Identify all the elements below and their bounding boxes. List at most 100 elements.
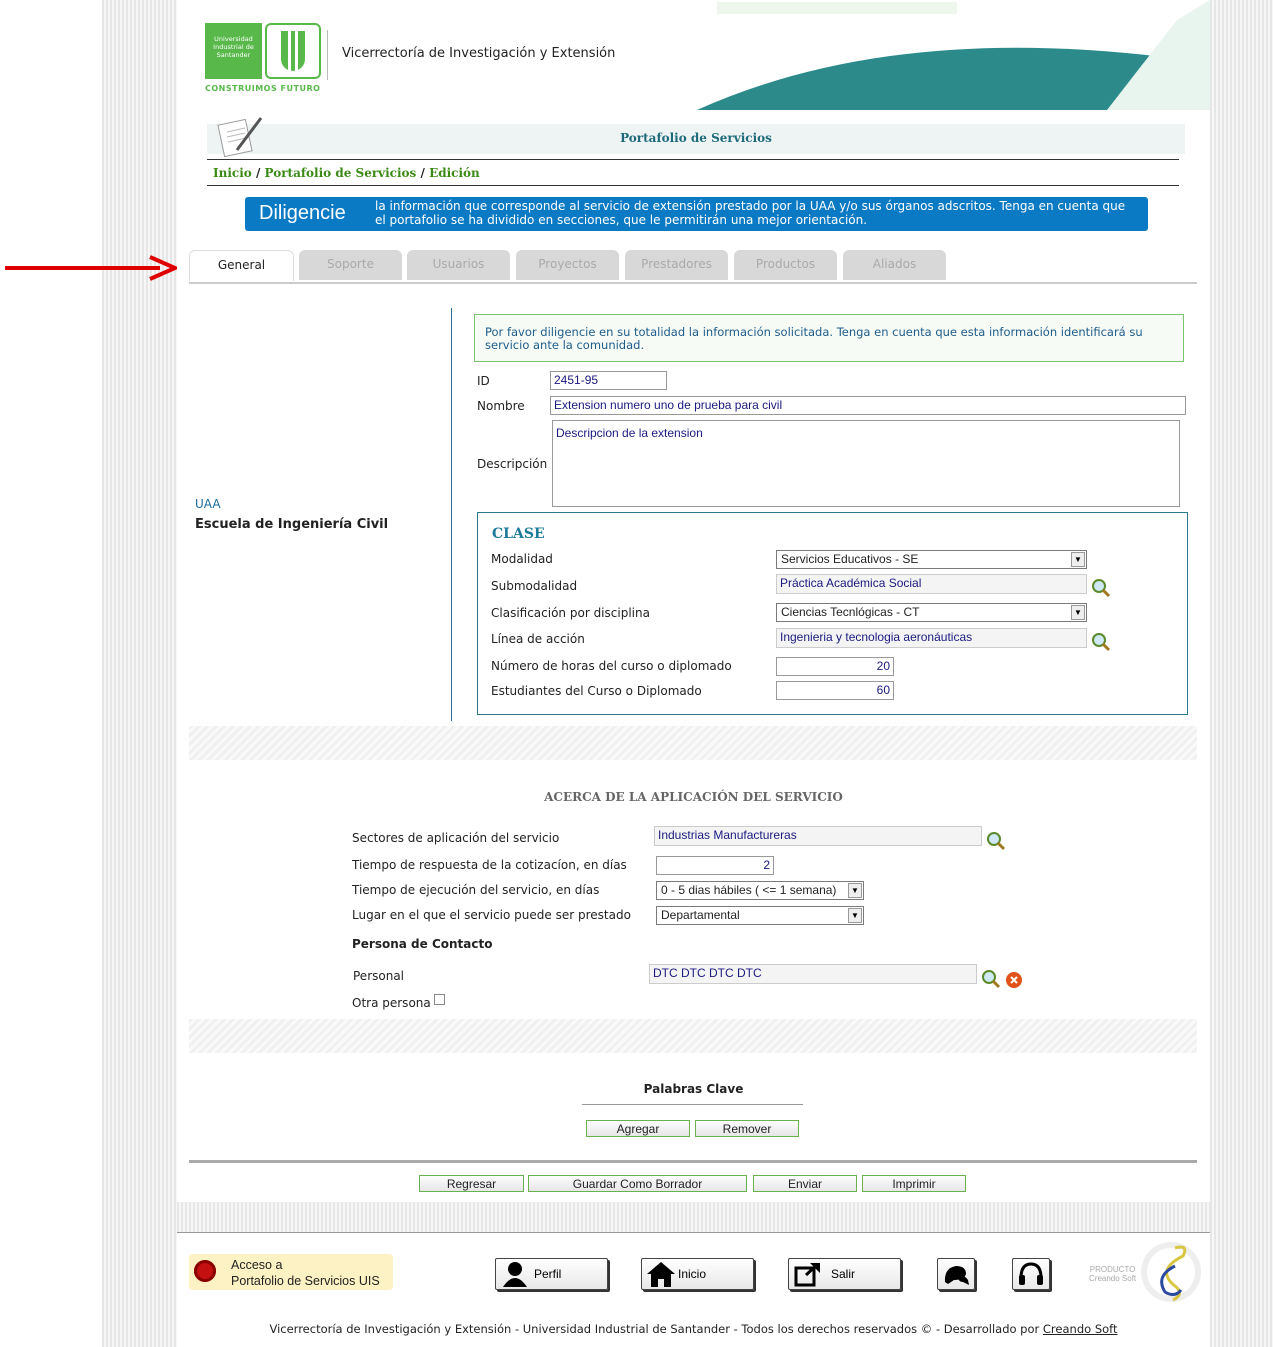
footer-rule	[177, 1232, 1210, 1233]
tagline: CONSTRUIMOS FUTURO	[205, 84, 321, 93]
sectores-field[interactable]: Industrias Manufactureras	[654, 826, 982, 846]
clase-title: CLASE	[492, 526, 545, 542]
salir-button[interactable]: Salir	[788, 1258, 901, 1290]
info-note: Por favor diligencie en su totalidad la …	[474, 314, 1184, 362]
home-icon	[647, 1262, 675, 1287]
horas-label: Número de horas del curso o diplomado	[491, 659, 732, 673]
producto-label: PRODUCTO Creando Soft	[1089, 1265, 1137, 1283]
regresar-button[interactable]: Regresar	[419, 1175, 524, 1192]
tiempo-ejecucion-label: Tiempo de ejecución del servicio, en día…	[352, 883, 600, 897]
descripcion-textarea[interactable]: Descripcion de la extension	[552, 420, 1180, 507]
modalidad-select[interactable]: Servicios Educativos - SE ▼	[776, 550, 1087, 569]
nombre-label: Nombre	[477, 399, 525, 413]
unit-label: UAA	[195, 497, 221, 511]
external-link-icon	[794, 1262, 820, 1287]
tab-soporte[interactable]: Soporte	[299, 250, 402, 280]
column-divider	[451, 308, 452, 721]
personal-field[interactable]: DTC DTC DTC DTC	[649, 964, 977, 984]
tab-aliados[interactable]: Aliados	[843, 250, 946, 280]
chat-bubbles-icon	[944, 1266, 969, 1285]
personal-label: Personal	[353, 969, 405, 983]
clase-section: CLASE Modalidad Servicios Educativos - S…	[477, 512, 1188, 715]
guardar-borrador-button[interactable]: Guardar Como Borrador	[528, 1175, 747, 1192]
remove-icon[interactable]	[1005, 971, 1023, 989]
perfil-button[interactable]: Perfil	[495, 1258, 608, 1290]
chat-button[interactable]	[937, 1258, 975, 1290]
breadcrumb-current: Edición	[429, 166, 480, 180]
acceso-portafolio-link[interactable]: Acceso a Portafolio de Servicios UIS	[189, 1254, 393, 1290]
remover-button[interactable]: Remover	[695, 1120, 799, 1137]
tab-productos[interactable]: Productos	[734, 250, 837, 280]
clasificacion-select[interactable]: Ciencias Tecnlógicas - CT ▼	[776, 603, 1087, 622]
breadcrumb: Inicio / Portafolio de Servicios / Edici…	[213, 166, 480, 180]
tab-general[interactable]: General	[189, 250, 294, 281]
creando-soft-link[interactable]: Creando Soft	[1043, 1322, 1118, 1336]
descripcion-label: Descripción	[477, 457, 548, 471]
contacto-title: Persona de Contacto	[352, 937, 493, 951]
chevron-down-icon: ▼	[848, 908, 862, 923]
instructions-banner: Diligencie la información que correspond…	[245, 197, 1148, 231]
tab-proyectos[interactable]: Proyectos	[516, 250, 619, 280]
palabras-title: Palabras Clave	[643, 1082, 744, 1096]
breadcrumb-bottom-rule	[207, 185, 1179, 186]
chevron-down-icon: ▼	[1071, 605, 1085, 620]
tab-prestadores[interactable]: Prestadores	[625, 250, 728, 280]
university-logo: Universidad Industrial de Santander	[205, 23, 262, 79]
submodalidad-label: Submodalidad	[491, 579, 578, 593]
tab-bar: General Soporte Usuarios Proyectos Prest…	[189, 250, 1197, 284]
tiempo-ejecucion-select[interactable]: 0 - 5 dias hábiles ( <= 1 semana) ▼	[656, 881, 864, 900]
page-side-stripe-right	[1210, 0, 1273, 1347]
headphones-icon	[1019, 1262, 1043, 1285]
horas-field[interactable]: 20	[776, 657, 894, 676]
copyright: Vicerrectoría de Investigación y Extensi…	[269, 1322, 1118, 1336]
breadcrumb-portafolio[interactable]: Portafolio de Servicios	[265, 166, 417, 180]
header: Universidad Industrial de Santander CONSTR…	[177, 0, 1210, 110]
org-name: Vicerrectoría de Investigación y Extensi…	[342, 46, 616, 61]
footer-band	[177, 1202, 1210, 1232]
breadcrumb-home[interactable]: Inicio	[213, 166, 252, 180]
tab-usuarios[interactable]: Usuarios	[407, 250, 510, 280]
document-pen-icon	[217, 117, 263, 157]
header-swoosh	[697, 0, 1210, 110]
search-lens-icon[interactable]	[980, 968, 1002, 990]
uis-logo-icon	[265, 23, 321, 79]
otra-persona-label: Otra persona	[352, 996, 431, 1010]
annotation-arrow	[5, 255, 180, 281]
search-lens-icon[interactable]	[1090, 577, 1112, 599]
tiempo-respuesta-label: Tiempo de respuesta de la cotizacíon, en…	[352, 858, 627, 872]
id-field[interactable]: 2451-95	[550, 371, 667, 390]
chevron-down-icon: ▼	[1071, 552, 1085, 567]
palabras-rule	[582, 1104, 803, 1105]
submodalidad-field[interactable]: Práctica Académica Social	[776, 574, 1087, 594]
page-side-stripe-left	[102, 0, 177, 1347]
inicio-button[interactable]: Inicio	[641, 1258, 754, 1290]
record-dot-icon	[194, 1260, 216, 1282]
agregar-button[interactable]: Agregar	[586, 1120, 690, 1137]
search-lens-icon[interactable]	[1090, 631, 1112, 653]
page-container: Universidad Industrial de Santander CONSTR…	[177, 0, 1210, 1347]
sectores-label: Sectores de aplicación del servicio	[352, 831, 560, 845]
user-icon	[503, 1262, 527, 1287]
linea-field[interactable]: Ingenieria y tecnologia aeronáuticas	[776, 628, 1087, 648]
acceso-label: Acceso a Portafolio de Servicios UIS	[231, 1258, 380, 1288]
estudiantes-label: Estudiantes del Curso o Diplomado	[491, 684, 702, 698]
chevron-down-icon: ▼	[848, 883, 862, 898]
clasificacion-label: Clasificación por disciplina	[491, 606, 650, 620]
lugar-select[interactable]: Departamental ▼	[656, 906, 864, 925]
modalidad-label: Modalidad	[491, 552, 553, 566]
creando-soft-logo	[1141, 1242, 1201, 1302]
nombre-field[interactable]: Extension numero uno de prueba para civi…	[550, 396, 1186, 415]
estudiantes-field[interactable]: 60	[776, 681, 894, 700]
support-button[interactable]	[1012, 1258, 1050, 1290]
page-title: Portafolio de Servicios	[620, 131, 772, 145]
section-separator	[189, 726, 1197, 760]
enviar-button[interactable]: Enviar	[753, 1175, 857, 1192]
aplicacion-title: ACERCA DE LA APLICACIÓN DEL SERVICIO	[544, 790, 843, 804]
otra-persona-checkbox[interactable]	[434, 994, 445, 1005]
section-separator	[189, 1019, 1197, 1053]
tiempo-respuesta-field[interactable]: 2	[656, 856, 774, 875]
breadcrumb-top-rule	[207, 159, 1179, 160]
search-lens-icon[interactable]	[985, 830, 1007, 852]
imprimir-button[interactable]: Imprimir	[862, 1175, 966, 1192]
banner-title: Diligencie	[259, 202, 346, 224]
